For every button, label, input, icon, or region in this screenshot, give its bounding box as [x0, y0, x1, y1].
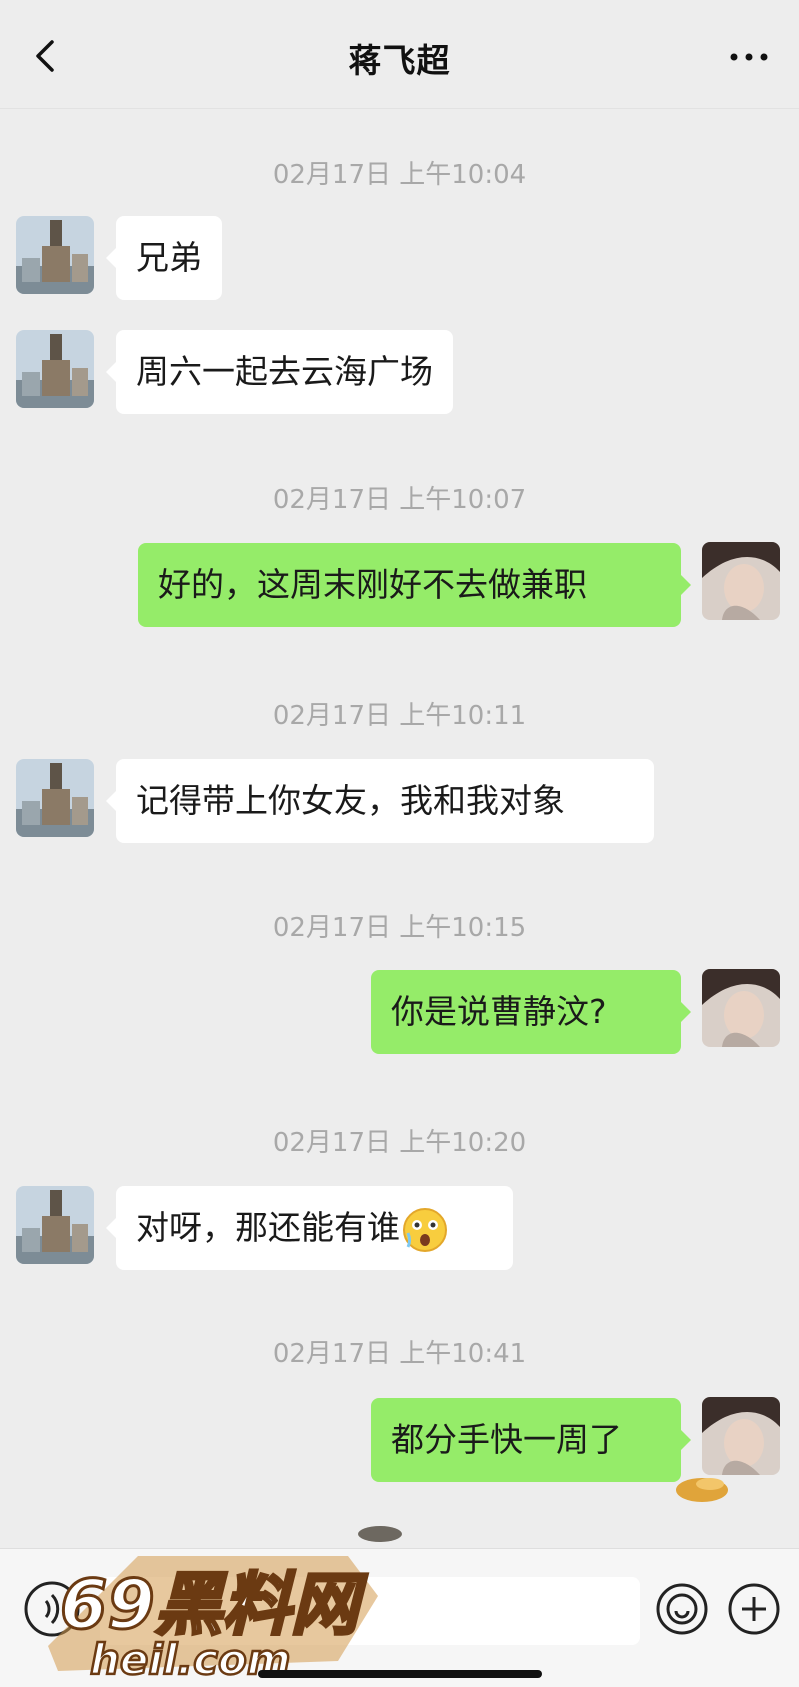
tower-photo-icon	[16, 216, 94, 294]
smudge-icon	[676, 1478, 728, 1502]
chat-title: 蒋飞超	[348, 41, 451, 80]
more-dots-icon[interactable]	[729, 52, 769, 62]
message-bubble[interactable]: 兄弟	[116, 216, 222, 300]
message-bubble[interactable]: 好的，这周末刚好不去做兼职	[138, 543, 681, 627]
message-bubble[interactable]: 对呀，那还能有谁	[116, 1186, 513, 1270]
message-bubble[interactable]: 你是说曹静汶?	[371, 970, 681, 1054]
message-bubble[interactable]: 记得带上你女友，我和我对象	[116, 759, 654, 843]
plus-icon[interactable]	[726, 1581, 782, 1637]
shocked-face-icon	[403, 1207, 447, 1252]
timestamp: 02月17日 上午10:07	[272, 485, 527, 515]
timestamp: 02月17日 上午10:11	[272, 701, 527, 731]
user-avatar[interactable]	[702, 1397, 780, 1475]
portrait-photo-icon	[702, 969, 780, 1047]
portrait-photo-icon	[702, 542, 780, 620]
watermark-logo: 69黑料网 heil.com	[48, 1556, 378, 1685]
tower-photo-icon	[16, 330, 94, 408]
timestamp: 02月17日 上午10:41	[272, 1339, 527, 1369]
contact-avatar[interactable]	[16, 330, 94, 408]
timestamp: 02月17日 上午10:20	[272, 1128, 527, 1158]
portrait-photo-icon	[702, 1397, 780, 1475]
sticker-icon[interactable]	[654, 1581, 710, 1637]
home-indicator[interactable]	[258, 1670, 542, 1678]
contact-avatar[interactable]	[16, 1186, 94, 1264]
contact-avatar[interactable]	[16, 759, 94, 837]
user-avatar[interactable]	[702, 969, 780, 1047]
svg-text:69黑料网: 69黑料网	[60, 1566, 368, 1645]
timestamp: 02月17日 上午10:15	[272, 913, 527, 943]
user-avatar[interactable]	[702, 542, 780, 620]
message-bubble[interactable]: 周六一起去云海广场	[116, 330, 453, 414]
tower-photo-icon	[16, 759, 94, 837]
message-bubble[interactable]: 都分手快一周了	[371, 1398, 681, 1482]
contact-avatar[interactable]	[16, 216, 94, 294]
timestamp: 02月17日 上午10:04	[272, 160, 527, 190]
chat-header: 蒋飞超	[0, 0, 799, 109]
message-text: 对呀，那还能有谁	[136, 1208, 400, 1247]
tower-photo-icon	[16, 1186, 94, 1264]
